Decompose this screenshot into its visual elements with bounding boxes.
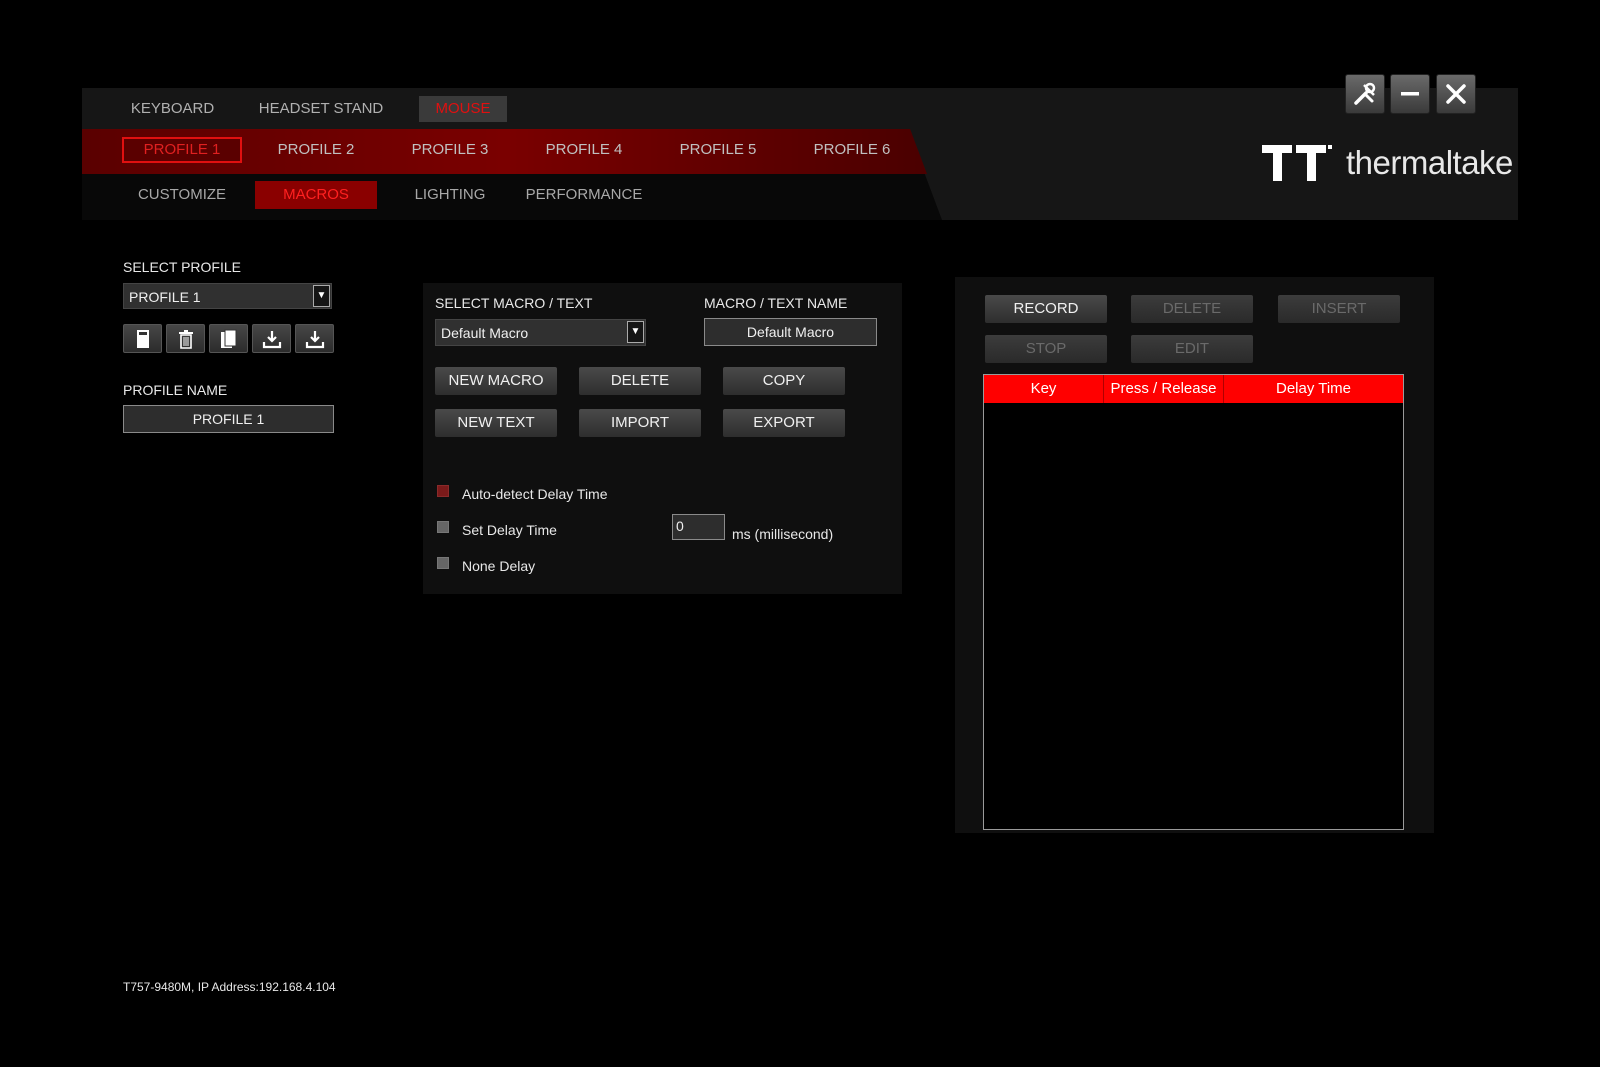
macro-name-label: MACRO / TEXT NAME: [704, 295, 848, 311]
column-header-delay-time: Delay Time: [1275, 380, 1352, 397]
save-icon: [136, 329, 149, 348]
table-header: Key Press / Release Delay Time: [984, 375, 1403, 403]
save-profile-button[interactable]: [123, 324, 162, 353]
tt-logo-icon: [1262, 145, 1332, 181]
trash-icon: [178, 329, 193, 349]
tab-customize[interactable]: CUSTOMIZE: [121, 181, 243, 209]
tab-headset-stand[interactable]: HEADSET STAND: [250, 96, 392, 122]
export-icon: [305, 330, 324, 348]
none-delay-checkbox[interactable]: [437, 557, 449, 569]
chevron-down-icon[interactable]: ▼: [627, 321, 644, 343]
thermaltake-logo: thermaltake: [1262, 143, 1513, 183]
export-macro-button[interactable]: EXPORT: [723, 409, 845, 437]
auto-detect-checkbox[interactable]: [437, 485, 449, 497]
tab-mouse[interactable]: MOUSE: [419, 96, 507, 122]
macro-steps-table[interactable]: Key Press / Release Delay Time: [983, 374, 1404, 830]
tab-lighting[interactable]: LIGHTING: [389, 181, 511, 209]
insert-step-button[interactable]: INSERT: [1278, 295, 1400, 323]
import-macro-button[interactable]: IMPORT: [579, 409, 701, 437]
edit-step-button[interactable]: EDIT: [1131, 335, 1253, 363]
profile-select-value: PROFILE 1: [129, 289, 201, 305]
brand-name: thermaltake: [1346, 144, 1513, 181]
import-icon: [262, 330, 281, 348]
profile-name-field[interactable]: PROFILE 1: [123, 405, 334, 433]
auto-detect-label: Auto-detect Delay Time: [462, 486, 608, 502]
profile-name-label: PROFILE NAME: [123, 382, 228, 398]
delete-profile-button[interactable]: [166, 324, 205, 353]
delay-unit-label: ms (millisecond): [732, 526, 834, 542]
select-macro-label: SELECT MACRO / TEXT: [435, 295, 593, 311]
tab-profile-6[interactable]: PROFILE 6: [792, 137, 912, 163]
tab-profile-4[interactable]: PROFILE 4: [524, 137, 644, 163]
tab-profile-5[interactable]: PROFILE 5: [658, 137, 778, 163]
macro-name-field[interactable]: Default Macro: [704, 318, 877, 346]
delete-step-button[interactable]: DELETE: [1131, 295, 1253, 323]
column-header-press-release: Press / Release: [1104, 375, 1224, 403]
delay-time-input[interactable]: 0: [672, 514, 725, 540]
chevron-down-icon[interactable]: ▼: [313, 285, 330, 307]
close-button[interactable]: [1436, 74, 1476, 114]
set-delay-checkbox[interactable]: [437, 521, 449, 533]
profile-select[interactable]: PROFILE 1 ▼: [123, 283, 332, 309]
tab-macros[interactable]: MACROS: [255, 181, 377, 209]
status-text: T757-9480M, IP Address:192.168.4.104: [123, 980, 336, 994]
stop-button[interactable]: STOP: [985, 335, 1107, 363]
import-profile-button[interactable]: [252, 324, 291, 353]
copy-icon: [220, 329, 236, 348]
none-delay-label: None Delay: [462, 558, 536, 574]
record-button[interactable]: RECORD: [985, 295, 1107, 323]
tab-keyboard[interactable]: KEYBOARD: [120, 96, 225, 122]
export-profile-button[interactable]: [295, 324, 334, 353]
set-delay-label: Set Delay Time: [462, 522, 557, 538]
close-icon: [1446, 84, 1466, 104]
tools-icon: [1354, 82, 1376, 105]
settings-button[interactable]: [1345, 74, 1385, 114]
tab-profile-3[interactable]: PROFILE 3: [390, 137, 510, 163]
column-header-key: Key: [984, 375, 1104, 403]
minimize-button[interactable]: [1390, 74, 1430, 114]
macro-select-value: Default Macro: [441, 325, 529, 341]
tab-profile-1[interactable]: PROFILE 1: [122, 137, 242, 163]
minimize-icon: [1401, 92, 1419, 96]
new-macro-button[interactable]: NEW MACRO: [435, 367, 557, 395]
macro-select[interactable]: Default Macro ▼: [435, 319, 646, 346]
select-profile-label: SELECT PROFILE: [123, 259, 242, 275]
tab-profile-2[interactable]: PROFILE 2: [256, 137, 376, 163]
tab-performance[interactable]: PERFORMANCE: [523, 181, 645, 209]
copy-macro-button[interactable]: COPY: [723, 367, 845, 395]
new-text-button[interactable]: NEW TEXT: [435, 409, 557, 437]
delete-macro-button[interactable]: DELETE: [579, 367, 701, 395]
copy-profile-button[interactable]: [209, 324, 248, 353]
